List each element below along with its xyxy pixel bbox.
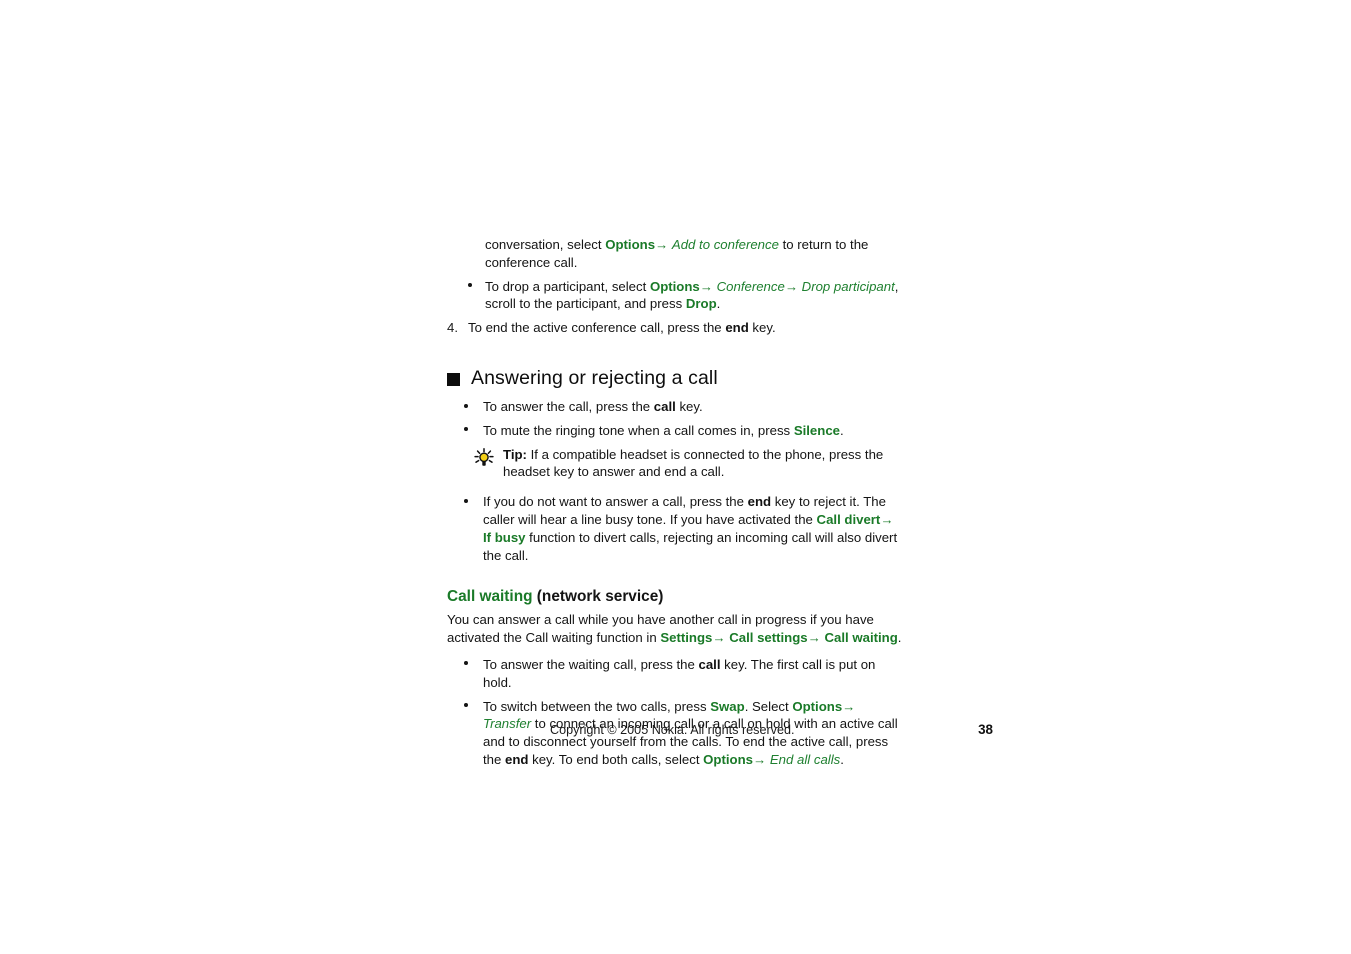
- text-run: If you do not want to answer a call, pre…: [483, 494, 748, 510]
- list-item-answer-waiting-call: To answer the waiting call, press the ca…: [464, 656, 902, 692]
- setting-call-divert-label: Call divert: [816, 511, 881, 527]
- text-run: function to divert calls, rejecting an i…: [483, 529, 898, 563]
- arrow-icon: →: [842, 698, 856, 714]
- conference-continuation-text: conversation, select Options→ Add to con…: [485, 236, 902, 272]
- mute-ringing-text: To mute the ringing tone when a call com…: [483, 422, 902, 440]
- list-item-reject-call: If you do not want to answer a call, pre…: [464, 493, 902, 564]
- arrow-icon: →: [880, 511, 894, 527]
- menu-call-waiting-label: Call waiting: [824, 630, 898, 646]
- menu-item-add-to-conference: Add to conference: [671, 237, 779, 252]
- text-run: .: [840, 422, 844, 438]
- arrow-icon: →: [699, 278, 713, 294]
- answer-call-text: To answer the call, press the call key.: [483, 398, 902, 416]
- text-run: To answer the waiting call, press the: [483, 656, 699, 672]
- subsection-heading-black-text: (network service): [532, 588, 664, 606]
- tip-text: Tip: If a compatible headset is connecte…: [503, 446, 902, 482]
- menu-options-label: Options: [605, 237, 656, 252]
- document-page-content: conversation, select Options→ Add to con…: [447, 236, 902, 769]
- page-footer: Copyright © 2005 Nokia. All rights reser…: [447, 722, 993, 737]
- subsection-heading-call-waiting: Call waiting (network service): [447, 588, 902, 606]
- square-bullet-icon: [447, 372, 460, 386]
- list-item-mute-ringing: To mute the ringing tone when a call com…: [464, 422, 902, 440]
- list-item-answer-call: To answer the call, press the call key.: [464, 398, 902, 416]
- list-item-step-4: 4. To end the active conference call, pr…: [447, 319, 902, 337]
- call-waiting-intro-text: You can answer a call while you have ano…: [447, 611, 902, 647]
- key-end-label: end: [747, 494, 772, 510]
- text-run: If a compatible headset is connected to …: [503, 446, 884, 480]
- text-run: .: [897, 630, 902, 646]
- text-run: To answer the call, press the: [483, 398, 654, 414]
- text-run: key.: [748, 320, 776, 336]
- text-run: To mute the ringing tone when a call com…: [483, 422, 794, 438]
- step-4-text: To end the active conference call, press…: [468, 319, 902, 337]
- bullet-icon: [464, 493, 483, 511]
- menu-settings-label: Settings: [660, 630, 713, 646]
- key-end-label: end: [725, 320, 749, 336]
- lightbulb-icon: [473, 447, 495, 469]
- conference-continuation-paragraph: conversation, select Options→ Add to con…: [485, 236, 902, 272]
- text-run: . Select: [744, 698, 793, 714]
- arrow-icon: →: [807, 630, 821, 646]
- menu-item-drop-participant: Drop participant: [801, 278, 895, 294]
- menu-item-end-all-calls: End all calls: [769, 751, 841, 767]
- softkey-drop-label: Drop: [685, 296, 717, 312]
- text-run: key. To end both calls, select: [528, 751, 704, 767]
- copyright-notice: Copyright © 2005 Nokia. All rights reser…: [550, 723, 795, 737]
- menu-options-label: Options: [703, 751, 753, 767]
- arrow-icon: →: [712, 630, 726, 646]
- step-number: 4.: [447, 320, 458, 336]
- arrow-icon: →: [753, 751, 767, 767]
- menu-item-conference: Conference: [716, 278, 785, 294]
- setting-if-busy-label: If busy: [483, 529, 526, 545]
- page-number: 38: [978, 722, 993, 737]
- bullet-icon: [464, 656, 483, 674]
- bullet-icon: [464, 398, 483, 416]
- text-run: .: [840, 751, 844, 767]
- text-run: To end the active conference call, press…: [468, 320, 726, 336]
- bullet-icon: [468, 278, 485, 296]
- text-run: .: [716, 296, 721, 312]
- text-run: conversation, select: [485, 237, 606, 252]
- tip-callout: Tip: If a compatible headset is connecte…: [473, 446, 902, 482]
- arrow-icon: →: [784, 278, 798, 294]
- bullet-icon: [464, 698, 483, 716]
- menu-call-settings-label: Call settings: [729, 630, 808, 646]
- list-item-drop-participant: To drop a participant, select Options→ C…: [468, 278, 902, 314]
- text-run: To switch between the two calls, press: [483, 698, 711, 714]
- section-heading-answering-rejecting: Answering or rejecting a call: [447, 367, 902, 390]
- text-run: key.: [675, 398, 703, 414]
- tip-label: Tip:: [503, 446, 527, 462]
- section-heading-text: Answering or rejecting a call: [471, 366, 718, 389]
- reject-call-text: If you do not want to answer a call, pre…: [483, 493, 902, 564]
- arrow-icon: →: [655, 237, 669, 252]
- menu-options-label: Options: [649, 278, 700, 294]
- softkey-silence-label: Silence: [793, 422, 840, 438]
- drop-participant-text: To drop a participant, select Options→ C…: [485, 278, 902, 314]
- text-run: To drop a participant, select: [485, 278, 650, 294]
- softkey-swap-label: Swap: [710, 698, 745, 714]
- bullet-icon: [464, 422, 483, 440]
- key-call-label: call: [698, 656, 721, 672]
- subsection-heading-green-text: Call waiting: [447, 588, 533, 606]
- key-end-label: end: [505, 751, 529, 767]
- answer-waiting-call-text: To answer the waiting call, press the ca…: [483, 656, 902, 692]
- menu-options-label: Options: [792, 698, 843, 714]
- key-call-label: call: [653, 398, 676, 414]
